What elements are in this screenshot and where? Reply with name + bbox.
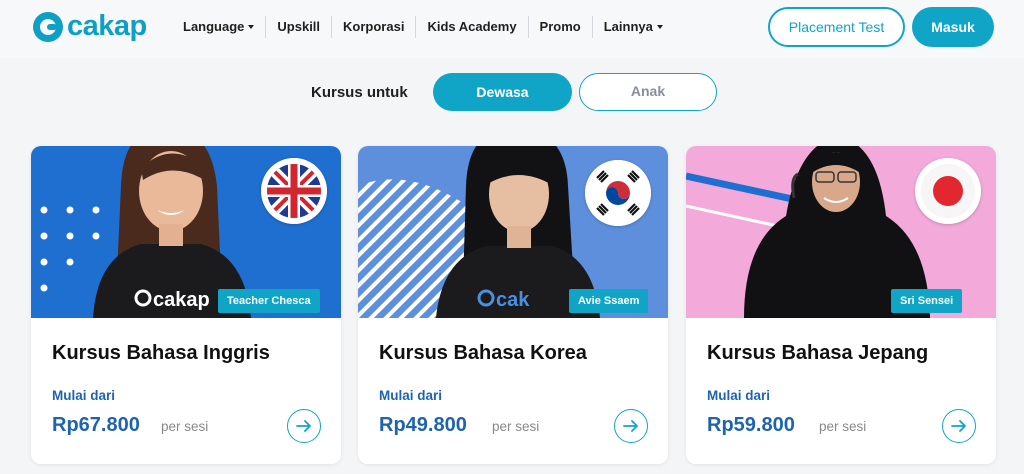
course-card-body: Kursus Bahasa Inggris Mulai dari Rp67.80…: [31, 318, 341, 464]
price-from-label: Mulai dari: [52, 388, 116, 403]
course-card-image: cakap Teacher Chesca: [31, 146, 341, 318]
price-unit: per sesi: [161, 419, 209, 434]
cakap-logo[interactable]: cakap: [33, 10, 147, 43]
uk-flag-icon: [261, 158, 327, 224]
course-card-image: cak Avie Ssaem: [358, 146, 668, 318]
nav-item-upskill[interactable]: Upskill: [266, 16, 333, 38]
go-to-course-button[interactable]: [942, 409, 976, 443]
main-nav: Language Upskill Korporasi Kids Academy …: [172, 16, 674, 38]
nav-label: Kids Academy: [427, 19, 517, 34]
price-unit: per sesi: [819, 419, 867, 434]
svg-text:cakap: cakap: [153, 289, 210, 311]
course-card-image: Sri Sensei: [686, 146, 996, 318]
nav-label: Lainnya: [603, 19, 653, 34]
filter-anak-button[interactable]: Anak: [579, 73, 717, 111]
korea-flag-icon: [585, 160, 651, 226]
top-header: cakap Language Upskill Korporasi Kids Ac…: [0, 0, 1024, 58]
price-from-label: Mulai dari: [379, 388, 443, 403]
price-unit: per sesi: [492, 419, 540, 434]
course-title: Kursus Bahasa Jepang: [707, 342, 929, 364]
filter-dewasa-button[interactable]: Dewasa: [433, 73, 572, 111]
placement-test-button[interactable]: Placement Test: [768, 7, 905, 47]
logo-text: cakap: [67, 10, 147, 42]
course-card-japanese[interactable]: Sri Sensei Kursus Bahasa Jepang Mulai da…: [686, 146, 996, 464]
course-card-body: Kursus Bahasa Jepang Mulai dari Rp59.800…: [686, 318, 996, 464]
nav-item-korporasi[interactable]: Korporasi: [332, 16, 417, 38]
nav-item-kids-academy[interactable]: Kids Academy: [416, 16, 529, 38]
course-for-label: Kursus untuk: [311, 84, 408, 101]
teacher-name-tag: Sri Sensei: [891, 289, 963, 313]
course-price: Rp49.800: [379, 414, 467, 436]
course-title: Kursus Bahasa Korea: [379, 342, 587, 364]
nav-item-language[interactable]: Language: [172, 16, 267, 38]
arrow-right-icon: [623, 420, 638, 432]
teacher-name-tag: Teacher Chesca: [218, 289, 320, 313]
nav-label: Korporasi: [343, 19, 405, 34]
nav-item-lainnya[interactable]: Lainnya: [593, 16, 674, 38]
go-to-course-button[interactable]: [287, 409, 321, 443]
course-card-korean[interactable]: cak Avie Ssaem Kursus Bahasa Korea Mulai…: [358, 146, 668, 464]
japan-flag-icon: [915, 158, 981, 224]
caret-down-icon: [656, 24, 663, 29]
go-to-course-button[interactable]: [614, 409, 648, 443]
arrow-right-icon: [296, 420, 311, 432]
nav-label: Language: [183, 19, 245, 34]
price-from-label: Mulai dari: [707, 388, 771, 403]
nav-label: Promo: [539, 19, 581, 34]
svg-text:cak: cak: [496, 289, 530, 311]
course-card-english[interactable]: cakap Teacher Chesca Kursus Bahasa Inggr…: [31, 146, 341, 464]
masuk-button[interactable]: Masuk: [912, 7, 994, 47]
arrow-right-icon: [951, 420, 966, 432]
course-price: Rp67.800: [52, 414, 140, 436]
course-card-body: Kursus Bahasa Korea Mulai dari Rp49.800 …: [358, 318, 668, 464]
caret-down-icon: [248, 24, 255, 29]
nav-label: Upskill: [277, 19, 321, 34]
nav-item-promo[interactable]: Promo: [529, 16, 593, 38]
course-title: Kursus Bahasa Inggris: [52, 342, 270, 364]
course-price: Rp59.800: [707, 414, 795, 436]
teacher-name-tag: Avie Ssaem: [569, 289, 649, 313]
cakap-logo-icon: [33, 11, 63, 42]
